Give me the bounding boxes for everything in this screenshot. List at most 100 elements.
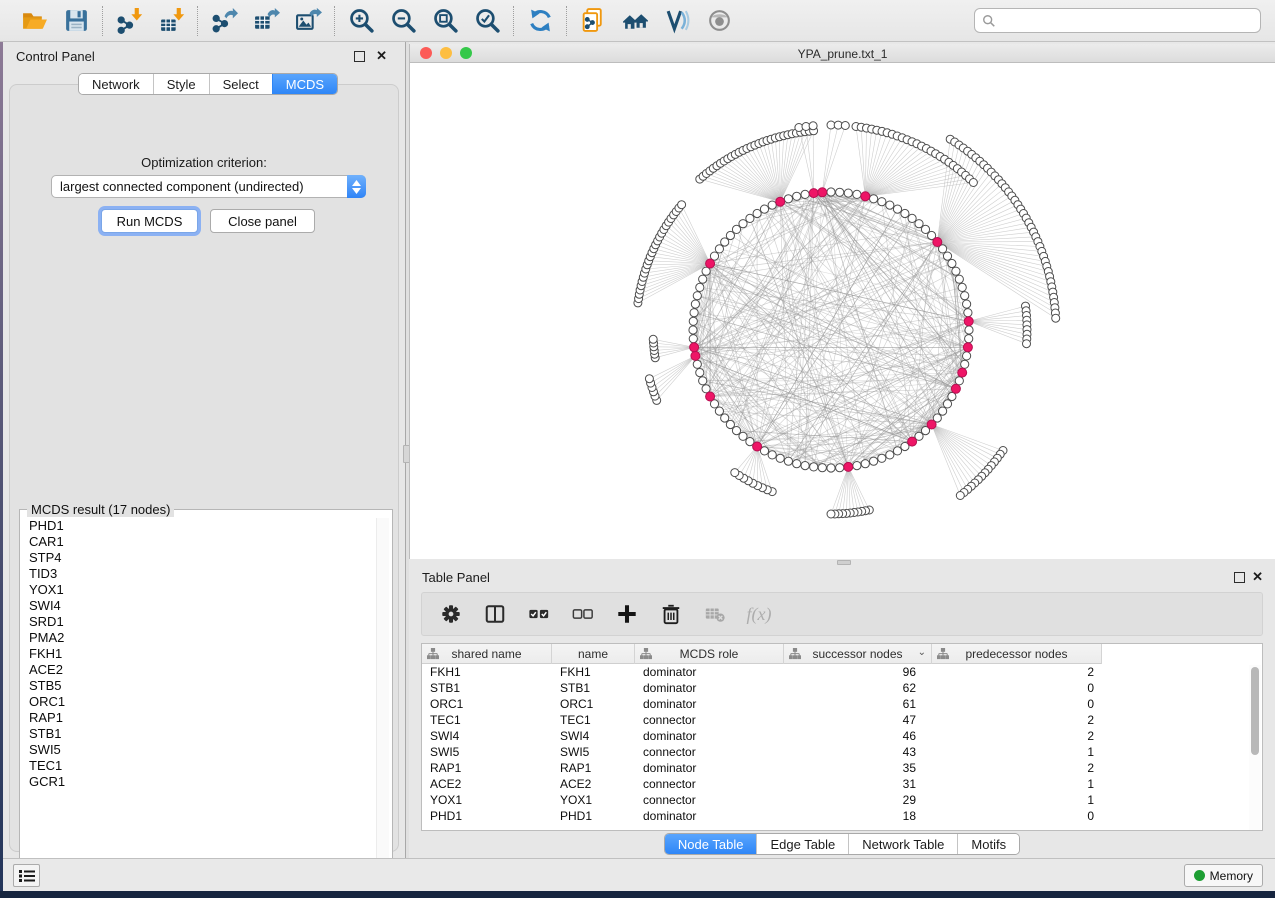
network-node[interactable] [689,326,697,334]
tab-edge-table[interactable]: Edge Table [756,834,848,854]
network-node[interactable] [689,317,697,325]
import-network-icon[interactable] [112,4,146,38]
network-node[interactable] [955,275,963,283]
network-node[interactable] [696,283,704,291]
mcds-network-node[interactable] [964,317,973,326]
clone-network-icon[interactable] [576,4,610,38]
mcds-network-node[interactable] [691,351,700,360]
tab-network-table[interactable]: Network Table [848,834,957,854]
mcds-node-item[interactable]: YOX1 [21,582,377,598]
network-node[interactable] [699,275,707,283]
mcds-network-node[interactable] [809,189,818,198]
table-row[interactable]: TEC1TEC1connector472 [422,712,1250,728]
network-node[interactable] [691,300,699,308]
network-node[interactable] [870,457,878,465]
mcds-network-node[interactable] [706,259,715,268]
column-header-shared-name[interactable]: shared name [422,644,552,664]
network-node[interactable] [943,252,951,260]
network-node[interactable] [776,454,784,462]
network-node[interactable] [721,238,729,246]
mcds-node-item[interactable]: ORC1 [21,694,377,710]
mcds-node-item[interactable]: SRD1 [21,614,377,630]
tab-node-table[interactable]: Node Table [665,834,757,854]
mcds-network-node[interactable] [908,437,917,446]
export-table-icon[interactable] [249,4,283,38]
refresh-icon[interactable] [523,4,557,38]
close-panel-icon[interactable]: ✕ [1252,569,1263,585]
network-node[interactable] [699,377,707,385]
network-node[interactable] [878,454,886,462]
mcds-node-item[interactable]: CAR1 [21,534,377,550]
mcds-node-item[interactable]: GCR1 [21,774,377,790]
network-node[interactable] [908,214,916,222]
network-node[interactable] [827,188,835,196]
network-node[interactable] [753,209,761,217]
add-column-icon[interactable] [614,601,640,627]
zoom-in-icon[interactable] [344,4,378,38]
mcds-network-node[interactable] [951,384,960,393]
network-node[interactable] [964,309,972,317]
task-history-button[interactable] [13,864,40,887]
table-row[interactable]: SWI4SWI4dominator462 [422,728,1250,744]
network-node[interactable] [836,464,844,472]
mcds-node-item[interactable]: TID3 [21,566,377,582]
network-node[interactable] [739,432,747,440]
close-panel-icon[interactable]: ✕ [376,48,387,64]
mcds-network-node[interactable] [861,192,870,201]
network-node[interactable] [715,245,723,253]
network-node[interactable] [809,122,817,130]
network-node[interactable] [689,335,697,343]
network-node[interactable] [963,300,971,308]
network-node[interactable] [915,220,923,228]
table-row[interactable]: RAP1RAP1dominator352 [422,760,1250,776]
float-panel-icon[interactable] [1234,572,1245,583]
network-node[interactable] [784,195,792,203]
mcds-node-item[interactable]: STB1 [21,726,377,742]
network-node[interactable] [768,201,776,209]
column-header-successor-nodes[interactable]: successor nodes⌄ [784,644,932,664]
network-node[interactable] [649,335,657,343]
column-header-predecessor-nodes[interactable]: predecessor nodes [932,644,1102,664]
network-node[interactable] [961,360,969,368]
mcds-list-scrollbar[interactable] [376,518,389,874]
network-node[interactable] [965,326,973,334]
column-header-name[interactable]: name [552,644,635,664]
criterion-dropdown[interactable]: largest connected component (undirected) [51,175,366,198]
columns-icon[interactable] [482,601,508,627]
network-node[interactable] [963,352,971,360]
network-node[interactable] [739,220,747,228]
network-node[interactable] [853,462,861,470]
network-node[interactable] [793,460,801,468]
network-node[interactable] [870,195,878,203]
network-node[interactable] [853,190,861,198]
network-canvas[interactable] [410,63,1275,559]
network-node[interactable] [801,190,809,198]
network-node[interactable] [818,464,826,472]
network-node[interactable] [886,451,894,459]
table-row[interactable]: PHD1PHD1dominator180 [422,808,1250,824]
mcds-network-node[interactable] [776,197,785,206]
tab-mcds[interactable]: MCDS [272,74,337,94]
network-node[interactable] [1052,314,1060,322]
table-scrollbar[interactable] [1249,665,1261,830]
network-node[interactable] [956,492,964,500]
network-node[interactable] [844,189,852,197]
mcds-result-list[interactable]: PHD1CAR1STP4TID3YOX1SWI4SRD1PMA2FKH1ACE2… [21,518,377,874]
cybrowser-icon[interactable] [618,4,652,38]
network-node[interactable] [793,192,801,200]
zoom-out-icon[interactable] [386,4,420,38]
mcds-node-item[interactable]: PHD1 [21,518,377,534]
network-node[interactable] [693,292,701,300]
select-all-columns-icon[interactable] [526,601,552,627]
network-node[interactable] [827,464,835,472]
column-header-MCDS-role[interactable]: MCDS role [635,644,784,664]
network-node[interactable] [861,460,869,468]
table-row[interactable]: STB1STB1dominator620 [422,680,1250,696]
search-box[interactable] [974,8,1261,33]
mcds-network-node[interactable] [963,343,972,352]
mcds-node-item[interactable]: STP4 [21,550,377,566]
network-node[interactable] [693,360,701,368]
mcds-node-item[interactable]: TEC1 [21,758,377,774]
mcds-node-item[interactable]: SWI5 [21,742,377,758]
network-node[interactable] [969,179,977,187]
